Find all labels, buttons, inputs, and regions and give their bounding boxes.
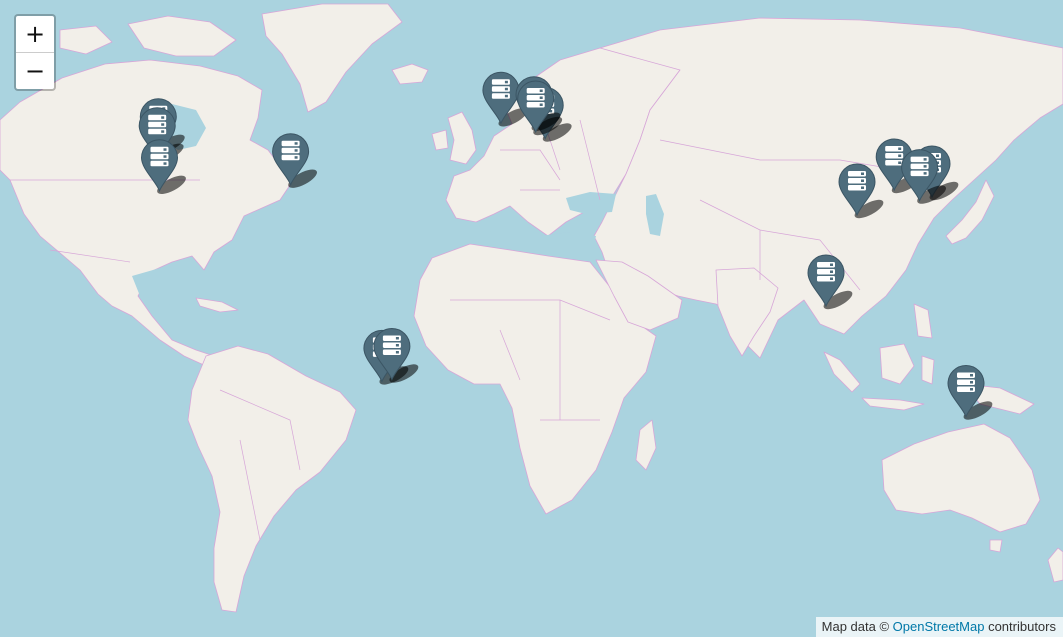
attribution-suffix: contributors: [984, 619, 1056, 634]
sulawesi: [921, 355, 935, 385]
server-icon: [148, 114, 167, 135]
philippines: [913, 303, 933, 339]
ireland: [431, 129, 449, 151]
great-britain: [447, 111, 477, 165]
openstreetmap-link[interactable]: OpenStreetMap: [893, 619, 985, 634]
zoom-in-button[interactable]: +: [16, 16, 54, 52]
server-icon: [150, 146, 169, 167]
sumatra: [823, 351, 861, 393]
gulf-of-mexico: [132, 268, 196, 306]
java: [861, 397, 925, 411]
zoom-out-button[interactable]: −: [16, 52, 54, 89]
arctic-island-2: [59, 25, 113, 55]
australia: [881, 423, 1041, 533]
iceland: [391, 63, 429, 85]
server-icon: [957, 372, 975, 392]
tasmania: [989, 539, 1003, 553]
attribution-prefix: Map data ©: [821, 619, 893, 634]
server-icon: [382, 335, 401, 355]
server-icon: [526, 88, 545, 108]
new-zealand: [1047, 547, 1063, 583]
greenland: [261, 3, 403, 113]
arctic-islands: [127, 15, 237, 57]
south-america: [187, 345, 357, 613]
india: [715, 267, 779, 357]
server-icon: [848, 171, 866, 191]
server-icon: [817, 262, 835, 282]
cuba: [195, 297, 239, 313]
server-icon: [885, 146, 904, 166]
server-icon: [491, 79, 510, 99]
madagascar: [635, 419, 657, 471]
zoom-control: + −: [14, 14, 56, 91]
world-map[interactable]: [0, 0, 1063, 637]
map-attribution: Map data © OpenStreetMap contributors: [815, 617, 1063, 637]
server-icon: [910, 156, 929, 177]
server-icon: [281, 140, 300, 161]
borneo: [879, 343, 915, 385]
